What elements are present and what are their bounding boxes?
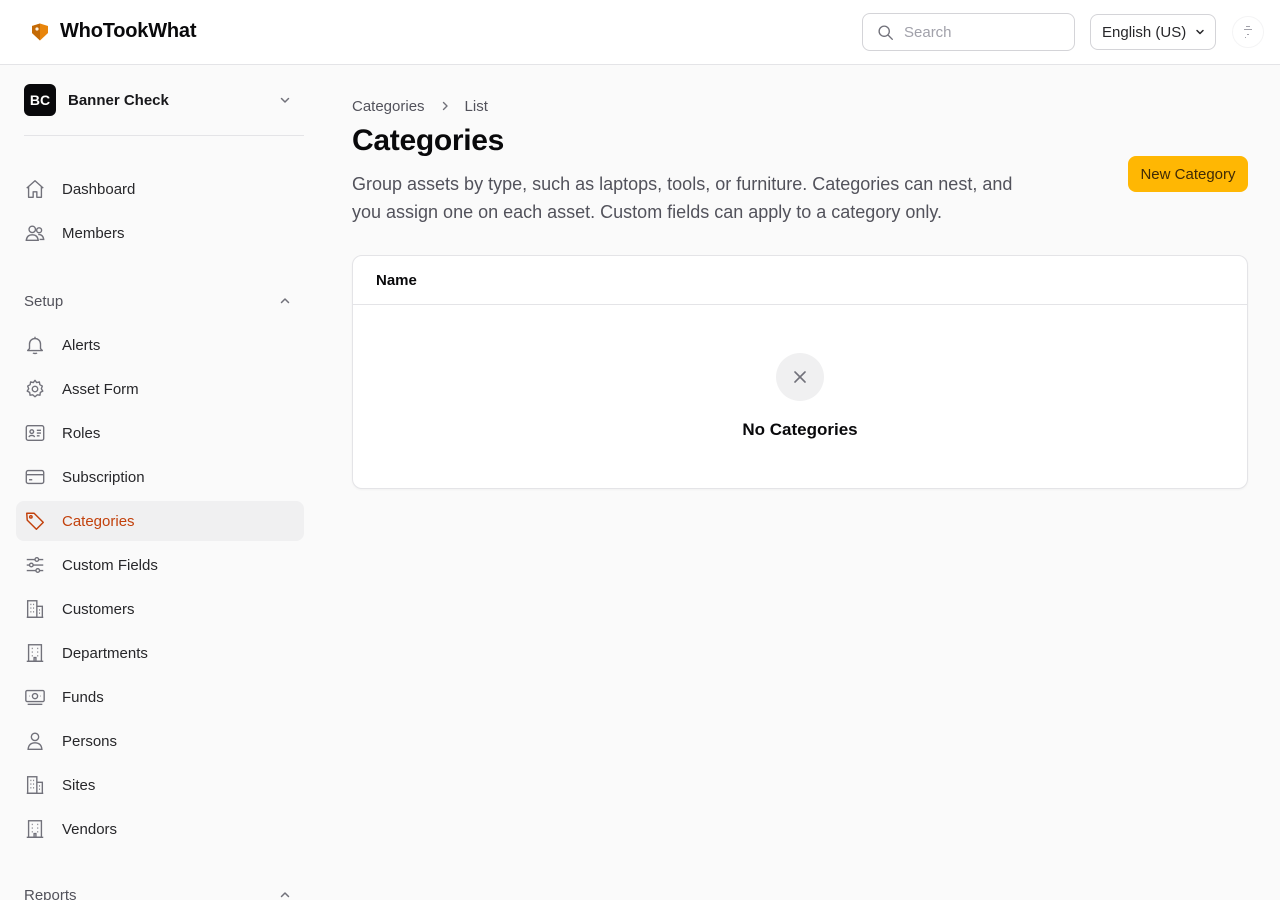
sidebar-item-label: Asset Form	[62, 380, 139, 398]
sidebar-item-label: Customers	[62, 600, 135, 618]
chevron-up-icon	[280, 298, 290, 304]
sliders-icon	[26, 556, 44, 574]
new-category-button[interactable]: New Category	[1128, 156, 1248, 192]
building-icon	[26, 600, 44, 618]
empty-state-icon-wrap	[776, 353, 824, 401]
avatar-pattern-icon	[1244, 26, 1252, 38]
page-description: Group assets by type, such as laptops, t…	[352, 174, 1013, 222]
breadcrumb: Categories List	[352, 96, 488, 116]
search-icon	[878, 24, 893, 40]
sidebar-item-label: Roles	[62, 424, 101, 442]
chevron-down-icon	[1196, 29, 1204, 35]
sidebar-item-alerts[interactable]: Alerts	[16, 325, 304, 365]
language-label: English (US)	[1102, 23, 1187, 41]
brand[interactable]: WhoTookWhat	[30, 20, 196, 43]
sidebar-item-departments[interactable]: Departments	[16, 633, 304, 673]
chevron-down-icon	[280, 97, 290, 103]
banknote-icon	[25, 689, 45, 706]
gear-icon	[26, 379, 44, 398]
sidebar-item-label: Sites	[62, 776, 96, 794]
sidebar-item-customers[interactable]: Customers	[16, 589, 304, 629]
sidebar-item-members[interactable]: Members	[16, 213, 304, 253]
sidebar-item-label: Dashboard	[62, 180, 136, 198]
bell-icon	[26, 336, 44, 355]
sidebar-item-vendors[interactable]: Vendors	[16, 809, 304, 849]
users-icon	[25, 225, 45, 242]
organization-switcher[interactable]: BC Banner Check	[24, 84, 304, 116]
sidebar-item-funds[interactable]: Funds	[16, 677, 304, 717]
sidebar-item-dashboard[interactable]: Dashboard	[16, 169, 304, 209]
categories-table: Name No Categories	[352, 255, 1248, 489]
sidebar-item-label: Members	[62, 224, 125, 242]
sidebar-item-label: Persons	[62, 732, 118, 750]
sidebar-item-label: Alerts	[62, 336, 101, 354]
breadcrumb-current: List	[464, 97, 488, 115]
table-header-name[interactable]: Name	[353, 256, 1247, 305]
person-icon	[27, 732, 43, 750]
sidebar-item-label: Funds	[62, 688, 104, 706]
language-select[interactable]: English (US)	[1090, 14, 1216, 50]
sidebar-item-categories[interactable]: Categories	[16, 501, 304, 541]
breadcrumb-link-categories[interactable]: Categories	[352, 98, 425, 115]
search-input[interactable]	[904, 23, 1054, 41]
chevron-up-icon	[280, 892, 290, 898]
section-toggle-reports[interactable]: Reports	[24, 885, 304, 900]
sidebar-item-label: Departments	[62, 644, 148, 662]
building-icon	[26, 644, 44, 662]
user-avatar[interactable]	[1232, 16, 1264, 48]
org-name: Banner Check	[68, 91, 169, 109]
credit-card-icon	[25, 469, 45, 485]
sidebar-item-custom-fields[interactable]: Custom Fields	[16, 545, 304, 585]
section-toggle-setup[interactable]: Setup	[24, 291, 304, 311]
sidebar-divider	[24, 135, 304, 136]
section-label: Setup	[24, 292, 64, 310]
sidebar-item-label: Vendors	[62, 820, 118, 838]
sidebar-item-asset-form[interactable]: Asset Form	[16, 369, 304, 409]
home-icon	[26, 180, 44, 198]
sidebar-item-persons[interactable]: Persons	[16, 721, 304, 761]
chevron-right-icon	[442, 101, 448, 111]
brand-name: WhoTookWhat	[60, 20, 197, 42]
org-avatar: BC	[24, 84, 56, 116]
sidebar-item-label: Categories	[62, 512, 135, 530]
page-title: Categories	[352, 124, 505, 157]
top-bar: WhoTookWhat English (US)	[0, 0, 1280, 65]
close-icon	[794, 371, 806, 383]
sidebar-item-roles[interactable]: Roles	[16, 413, 304, 453]
id-card-icon	[25, 424, 45, 442]
empty-state-text: No Categories	[742, 420, 858, 439]
sidebar-item-sites[interactable]: Sites	[16, 765, 304, 805]
section-label: Reports	[24, 886, 77, 900]
sidebar: BC Banner Check Dashboard Members Setup …	[0, 65, 320, 900]
building-icon	[26, 776, 44, 794]
sidebar-item-label: Custom Fields	[62, 556, 158, 574]
brand-logo-icon	[32, 23, 48, 40]
building-icon	[26, 820, 44, 838]
sidebar-item-subscription[interactable]: Subscription	[16, 457, 304, 497]
search-box[interactable]	[862, 13, 1075, 51]
sidebar-item-label: Subscription	[62, 468, 145, 486]
tag-icon	[26, 512, 44, 530]
